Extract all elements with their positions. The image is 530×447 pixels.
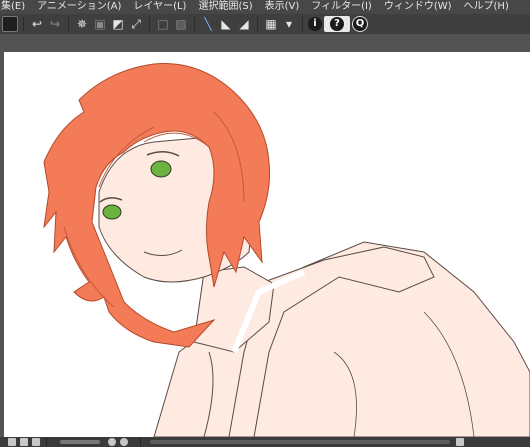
status-divider <box>140 438 141 446</box>
menu-view[interactable]: 表示(V) <box>259 0 306 14</box>
info-icon[interactable]: i <box>308 17 322 31</box>
ruler-alt-icon[interactable]: ◢ <box>236 16 252 32</box>
toolbar-divider <box>23 17 24 31</box>
help-glyph: ? <box>330 17 344 31</box>
command-bar: ↩ ↪ ✵ ▣ ◩ ⤢ □ ▨ ╲ ◣ ◢ ▦ ▾ i ? Q <box>0 14 530 34</box>
grid-icon[interactable]: ▦ <box>263 16 279 32</box>
rotation-slider[interactable] <box>150 440 450 444</box>
transform-icon[interactable]: ▣ <box>92 16 108 32</box>
menu-bar: 集(E) アニメーション(A) レイヤー(L) 選択範囲(S) 表示(V) フィ… <box>0 0 530 14</box>
ruler-icon[interactable]: ◣ <box>218 16 234 32</box>
toolbar-divider <box>194 17 195 31</box>
menu-layer[interactable]: レイヤー(L) <box>127 0 192 14</box>
menu-edit[interactable]: 集(E) <box>0 0 31 14</box>
layer-alt-icon[interactable]: ▨ <box>173 16 189 32</box>
eye-right <box>150 160 172 178</box>
drawing-canvas[interactable] <box>4 52 530 437</box>
help-icon[interactable]: ? <box>324 16 350 32</box>
menu-filter[interactable]: フィルター(I) <box>305 0 378 14</box>
scale-icon[interactable]: ⤢ <box>128 16 144 32</box>
toolbar-divider <box>302 17 303 31</box>
undo-icon[interactable]: ↩ <box>29 16 45 32</box>
pen-icon[interactable]: ╲ <box>200 16 216 32</box>
menu-window[interactable]: ウィンドウ(W) <box>378 0 458 14</box>
status-icon[interactable] <box>20 438 28 446</box>
zoom-slider[interactable] <box>60 440 100 444</box>
layer-icon[interactable]: □ <box>155 16 171 32</box>
zoom-icon[interactable] <box>108 438 116 446</box>
menu-animation[interactable]: アニメーション(A) <box>31 0 127 14</box>
toolbar-divider <box>149 17 150 31</box>
status-divider <box>46 438 47 446</box>
status-icon[interactable] <box>8 438 16 446</box>
eye-left <box>102 204 122 220</box>
menu-selection[interactable]: 選択範囲(S) <box>192 0 258 14</box>
fill-icon[interactable]: ◩ <box>110 16 126 32</box>
toolbar-divider <box>257 17 258 31</box>
redo-icon[interactable]: ↪ <box>47 16 63 32</box>
square-icon[interactable] <box>2 16 18 32</box>
status-icon[interactable] <box>32 438 40 446</box>
status-bar <box>0 437 530 447</box>
menu-help[interactable]: ヘルプ(H) <box>458 0 515 14</box>
settings-icon[interactable]: ✵ <box>74 16 90 32</box>
display-icon[interactable]: ▾ <box>281 16 297 32</box>
status-icon[interactable] <box>456 438 464 446</box>
search-icon[interactable]: Q <box>352 16 368 32</box>
zoom-icon[interactable] <box>120 438 128 446</box>
illustration <box>43 63 530 437</box>
canvas-area[interactable] <box>0 34 530 437</box>
toolbar-divider <box>68 17 69 31</box>
